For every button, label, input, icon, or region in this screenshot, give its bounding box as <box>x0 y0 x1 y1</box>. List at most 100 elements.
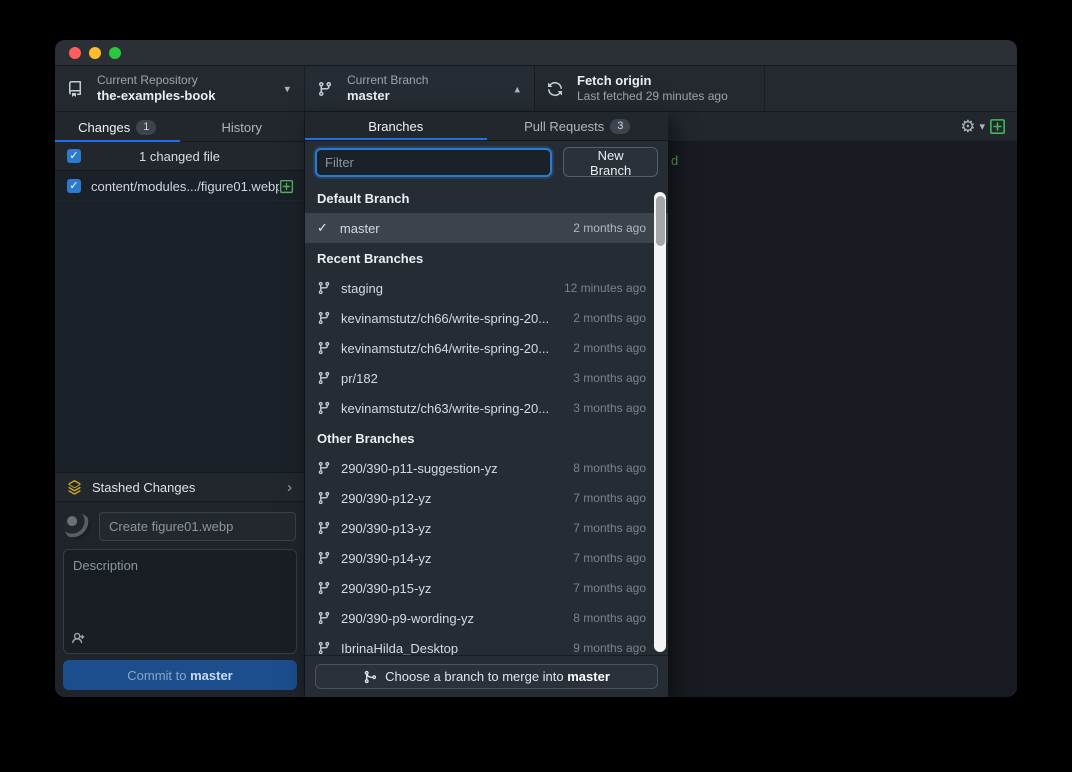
fetch-sublabel: Last fetched 29 minutes ago <box>577 89 728 104</box>
zoom-window-button[interactable] <box>109 47 121 59</box>
changes-count-badge: 1 <box>136 120 156 135</box>
branch-name: pr/182 <box>341 371 573 386</box>
commit-form: Commit to master <box>55 503 304 697</box>
branch-name: kevinamstutz/ch63/write-spring-20... <box>341 401 573 416</box>
minimize-window-button[interactable] <box>89 47 101 59</box>
git-merge-icon <box>363 670 377 684</box>
tab-branches[interactable]: Branches <box>305 112 487 140</box>
new-branch-button[interactable]: New Branch <box>563 147 658 177</box>
branch-row[interactable]: kevinamstutz/ch66/write-spring-20... 2 m… <box>305 303 668 333</box>
avatar <box>64 513 91 540</box>
diff-pane: d <box>668 142 1017 697</box>
branch-name: 290/390-p12-yz <box>341 491 573 506</box>
git-branch-icon <box>317 611 331 625</box>
git-branch-icon <box>317 491 331 505</box>
scrollbar-track[interactable] <box>654 192 666 652</box>
tab-changes[interactable]: Changes 1 <box>55 112 180 142</box>
branches-dropdown-tabs: Branches Pull Requests 3 <box>305 112 668 141</box>
select-all-checkbox[interactable]: ✓ <box>67 149 81 163</box>
stack-icon <box>67 480 82 495</box>
branch-row[interactable]: 290/390-p14-yz 7 months ago <box>305 543 668 573</box>
scrollbar-thumb[interactable] <box>656 196 665 246</box>
merge-footer: Choose a branch to merge into master <box>305 655 668 697</box>
fetch-origin-button[interactable]: Fetch origin Last fetched 29 minutes ago <box>535 66 765 111</box>
branch-name: master <box>347 88 428 104</box>
branch-time: 2 months ago <box>573 341 646 355</box>
branch-row[interactable]: kevinamstutz/ch63/write-spring-20... 3 m… <box>305 393 668 423</box>
branch-row[interactable]: staging 12 minutes ago <box>305 273 668 303</box>
merge-button-branch: master <box>567 669 610 684</box>
file-added-icon <box>279 179 294 194</box>
commit-description-input[interactable] <box>64 550 296 630</box>
chevron-down-icon[interactable]: ▾ <box>979 120 985 133</box>
filter-row: New Branch <box>305 141 668 183</box>
git-branch-icon <box>317 641 331 655</box>
branch-row[interactable]: IbrinaHilda_Desktop 9 months ago <box>305 633 668 655</box>
toolbar: Current Repository the-examples-book ▾ C… <box>55 66 1017 112</box>
close-window-button[interactable] <box>69 47 81 59</box>
check-icon: ✓ <box>317 220 328 236</box>
branch-row[interactable]: 290/390-p12-yz 7 months ago <box>305 483 668 513</box>
branch-time: 8 months ago <box>573 461 646 475</box>
branch-row[interactable]: 290/390-p13-yz 7 months ago <box>305 513 668 543</box>
sync-icon <box>547 81 563 97</box>
branch-row[interactable]: kevinamstutz/ch64/write-spring-20... 2 m… <box>305 333 668 363</box>
tab-history[interactable]: History <box>180 112 305 142</box>
git-branch-icon <box>317 281 331 295</box>
git-branch-icon <box>317 371 331 385</box>
branch-row[interactable]: 290/390-p11-suggestion-yz 8 months ago <box>305 453 668 483</box>
branch-name: 290/390-p9-wording-yz <box>341 611 573 626</box>
diff-added-icon[interactable] <box>989 118 1006 135</box>
branch-list: Default Branch ✓ master 2 months ago Rec… <box>305 183 668 655</box>
branch-row-master[interactable]: ✓ master 2 months ago <box>305 213 668 243</box>
branch-filter-input[interactable] <box>315 148 552 177</box>
chevron-up-icon: ▴ <box>514 82 520 95</box>
branch-row[interactable]: pr/182 3 months ago <box>305 363 668 393</box>
file-checkbox[interactable]: ✓ <box>67 179 81 193</box>
commit-button[interactable]: Commit to master <box>63 660 297 690</box>
titlebar <box>55 40 1017 66</box>
commit-description-box <box>63 549 297 654</box>
github-desktop-window: Current Repository the-examples-book ▾ C… <box>55 40 1017 697</box>
git-branch-icon <box>317 461 331 475</box>
diff-options-strip: ⚙ ▾ <box>668 112 1017 142</box>
branch-name: master <box>340 221 573 236</box>
current-repository-dropdown[interactable]: Current Repository the-examples-book ▾ <box>55 66 305 111</box>
chevron-down-icon: ▾ <box>284 82 290 95</box>
repository-label: Current Repository <box>97 73 215 88</box>
branch-label: Current Branch <box>347 73 428 88</box>
gear-icon[interactable]: ⚙ <box>960 118 975 135</box>
tab-history-label: History <box>222 120 262 135</box>
branch-row[interactable]: 290/390-p9-wording-yz 8 months ago <box>305 603 668 633</box>
branch-name: 290/390-p14-yz <box>341 551 573 566</box>
branch-time: 7 months ago <box>573 581 646 595</box>
git-branch-icon <box>317 581 331 595</box>
choose-branch-to-merge-button[interactable]: Choose a branch to merge into master <box>315 664 658 689</box>
person-add-icon[interactable] <box>72 631 87 646</box>
file-row[interactable]: ✓ content/modules.../figure01.webp <box>55 172 304 201</box>
branch-name: staging <box>341 281 564 296</box>
branch-name: 290/390-p15-yz <box>341 581 573 596</box>
diff-text-fragment: d <box>671 153 678 168</box>
tab-branches-label: Branches <box>368 119 423 134</box>
file-path: content/modules.../figure01.webp <box>91 179 279 194</box>
git-branch-icon <box>317 401 331 415</box>
stashed-changes-row[interactable]: Stashed Changes › <box>55 472 304 502</box>
branch-time: 9 months ago <box>573 641 646 655</box>
branch-row[interactable]: 290/390-p15-yz 7 months ago <box>305 573 668 603</box>
section-header-other: Other Branches <box>305 423 668 453</box>
tab-pull-requests[interactable]: Pull Requests 3 <box>487 112 669 140</box>
branch-time: 3 months ago <box>573 371 646 385</box>
repository-name: the-examples-book <box>97 88 215 104</box>
git-branch-icon <box>317 551 331 565</box>
section-header-default: Default Branch <box>305 183 668 213</box>
branch-name: kevinamstutz/ch66/write-spring-20... <box>341 311 573 326</box>
branch-time: 3 months ago <box>573 401 646 415</box>
commit-summary-input[interactable] <box>99 512 296 541</box>
tab-changes-label: Changes <box>78 120 130 135</box>
branch-name: kevinamstutz/ch64/write-spring-20... <box>341 341 573 356</box>
files-summary-label: 1 changed file <box>139 149 220 164</box>
branch-name: 290/390-p13-yz <box>341 521 573 536</box>
current-branch-dropdown[interactable]: Current Branch master ▴ <box>305 66 535 111</box>
pull-requests-count-badge: 3 <box>610 119 630 134</box>
